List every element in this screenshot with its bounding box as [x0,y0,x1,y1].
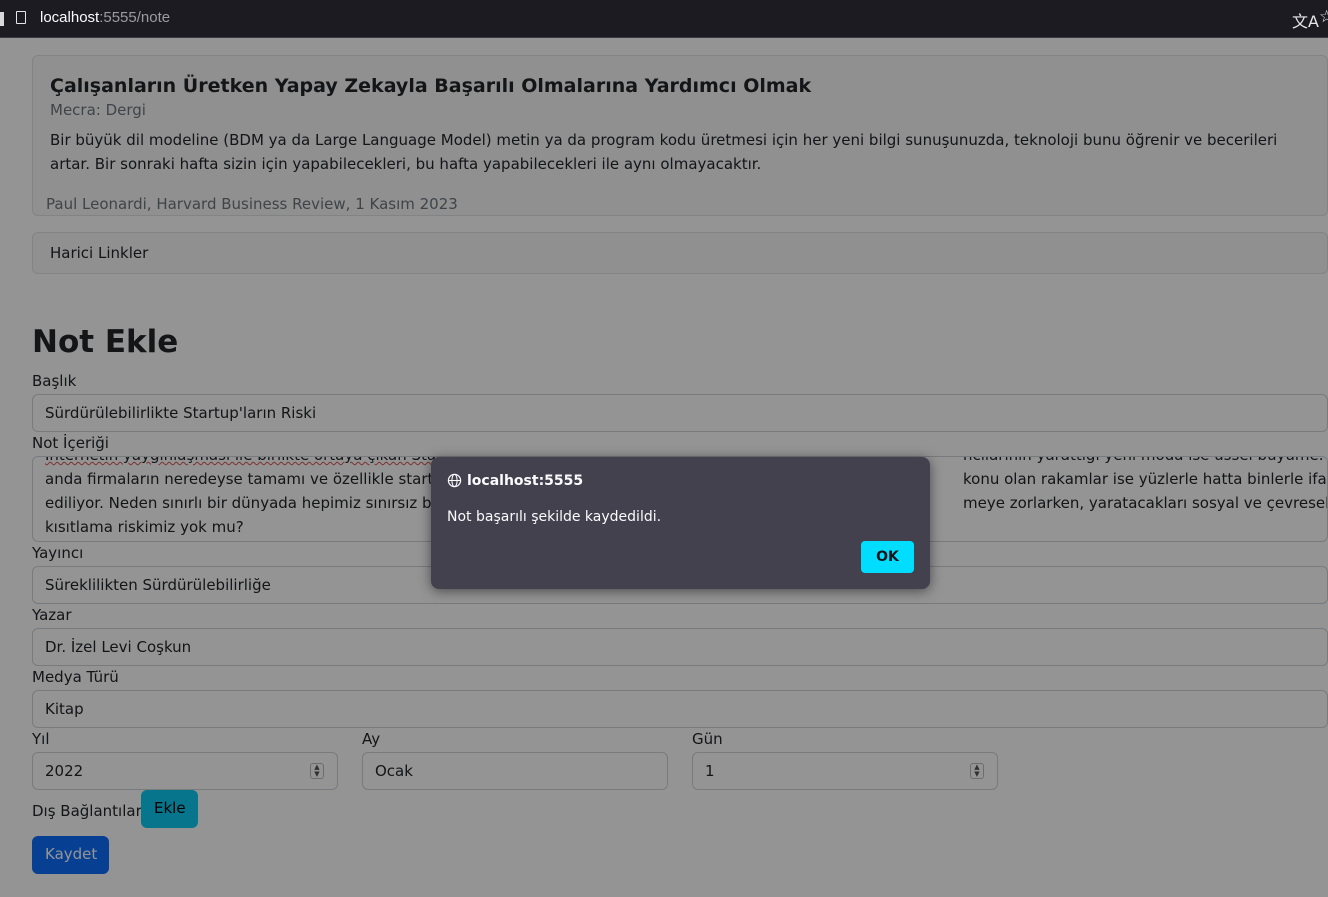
bookmark-star-icon[interactable]: ☆ [1319,7,1328,27]
dialog-host: localhost:5555 [467,473,584,489]
dialog-message: Not başarılı şekilde kaydedildi. [447,509,662,525]
address-bar[interactable]: localhost:5555/note [40,9,170,26]
globe-icon [447,473,462,488]
url-host: localhost [40,9,100,26]
browser-toolbar: localhost:5555/note 文A ☆ [0,0,1328,38]
toolbar-edge-button[interactable] [0,12,4,26]
alert-dialog: localhost:5555 Not başarılı şekilde kayd… [431,457,930,589]
url-path: :5555/note [99,9,171,26]
translate-icon[interactable]: 文A [1292,8,1319,32]
ok-button[interactable]: OK [861,541,914,573]
page-icon [16,11,26,24]
